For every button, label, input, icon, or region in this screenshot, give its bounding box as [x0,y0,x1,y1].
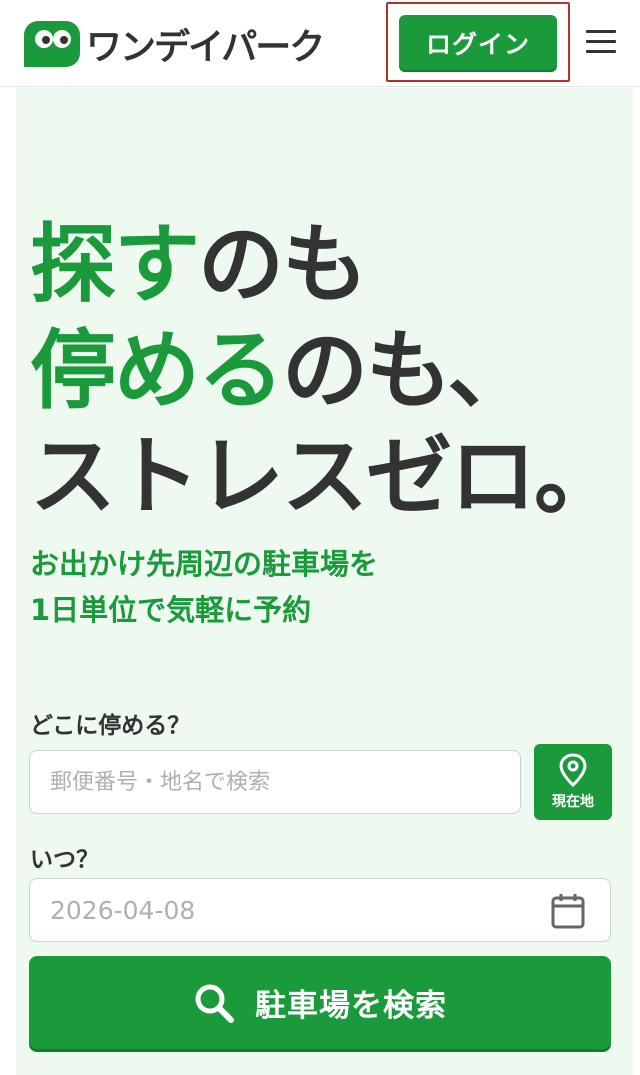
logo-mark-icon [24,21,80,67]
subcopy-line1: お出かけ先周辺の駐車場を [30,547,379,581]
headline-line1-green: 探す [30,215,200,315]
headline-line2-green: 停める [30,321,284,421]
headline-line2-dark: のも、 [282,321,533,421]
site-header: ワンデイパーク ログイン [0,0,640,87]
map-pin-icon [559,753,587,787]
current-location-button[interactable]: 現在地 [534,744,612,820]
location-search-input[interactable] [29,750,521,814]
current-location-label: 現在地 [552,794,594,810]
when-label: いつ？ [30,847,99,873]
hamburger-icon[interactable] [586,30,616,56]
headline-line3: ストレスゼロ。 [30,427,620,527]
subcopy-line2: 1日単位で気軽に予約 [30,593,312,627]
search-parking-button[interactable]: 駐車場を検索 [29,956,611,1049]
logo[interactable]: ワンデイパーク [22,18,325,70]
hero-headline: 探すのも 停めるのも、 ストレスゼロ。 [30,212,620,530]
search-icon [195,984,234,1023]
where-label: どこに停める？ [30,713,191,739]
logo-text: ワンデイパーク [86,27,325,68]
headline-line1-dark: のも [198,215,368,315]
date-value: 2026-04-08 [50,896,196,925]
calendar-icon[interactable] [550,892,586,930]
login-button[interactable]: ログイン [399,15,557,70]
search-button-label: 駐車場を検索 [255,988,447,1024]
date-input[interactable]: 2026-04-08 [29,878,611,942]
hero-subcopy: お出かけ先周辺の駐車場を 1日単位で気軽に予約 [30,541,378,633]
